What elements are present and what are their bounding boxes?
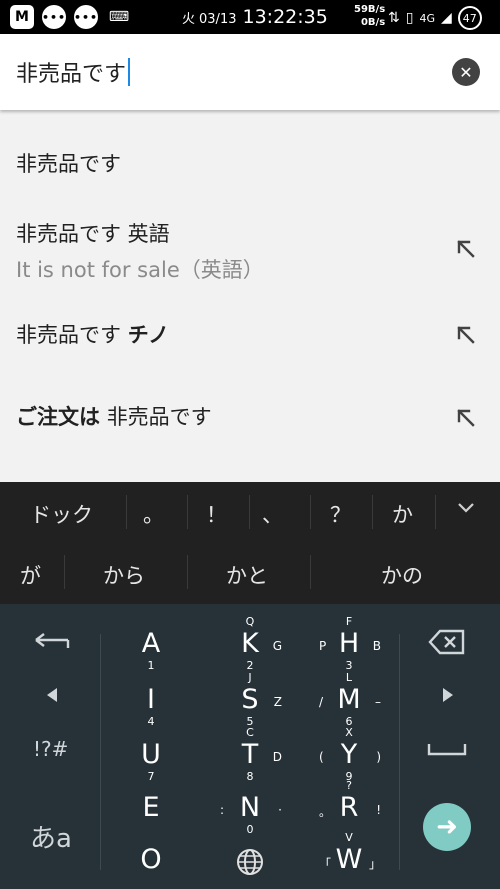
candidate-word[interactable]: ドック	[30, 499, 93, 529]
divider	[372, 495, 373, 529]
candidate-word[interactable]: かの	[381, 560, 423, 590]
candidate-row-2: が から かと かの	[0, 542, 500, 602]
divider	[435, 495, 436, 529]
backspace-icon[interactable]	[428, 628, 466, 656]
keyboard: !?# あa ➜ A 1 Q K G 2 F P H B 3 I 4 J S Z…	[0, 604, 500, 889]
suggestion-text: 非売品です	[16, 152, 121, 176]
key-o[interactable]: O	[101, 840, 201, 889]
divider	[126, 495, 127, 529]
candidate-word[interactable]: か	[392, 499, 413, 529]
signal-4g-icon: 4G	[419, 11, 435, 25]
candidate-row-1: ドック 。 ！ 、 ？ か	[0, 482, 500, 542]
suggestion-list: 非売品です 非売品です 英語 It is not for sale（英語） 非売…	[0, 110, 500, 482]
keyboard-icon: ⌨	[108, 9, 130, 25]
divider	[187, 495, 188, 529]
fill-query-arrow-icon[interactable]	[455, 407, 477, 429]
net-down: 0B/s	[360, 17, 386, 28]
battery-icon: 47	[457, 6, 482, 30]
key-u[interactable]: U 7	[101, 735, 201, 785]
notification-icons: M ••• ••• ⌨	[10, 5, 132, 29]
candidate-word[interactable]: かと	[226, 560, 268, 590]
vibrate-icon: ▯	[405, 10, 414, 26]
key-w[interactable]: V 「 W 」	[299, 831, 399, 889]
key-m[interactable]: L / M – 6	[299, 671, 399, 730]
key-k[interactable]: Q K G 2	[200, 615, 300, 674]
text-caret	[128, 58, 131, 86]
suggestion-item[interactable]: ご注文は 非売品です	[16, 401, 212, 431]
clock: 火 03/13 13:22:35	[182, 6, 328, 28]
suggestion-text: 非売品です	[16, 222, 121, 246]
divider	[310, 495, 311, 529]
day-of-week: 火	[182, 12, 196, 27]
suggestion-item[interactable]: 非売品です 英語 It is not for sale（英語）	[16, 218, 264, 284]
key-a[interactable]: A 1	[101, 624, 201, 674]
symbol-key[interactable]: !?#	[33, 737, 68, 761]
candidate-word[interactable]: ？	[330, 499, 351, 529]
fill-query-arrow-icon[interactable]	[455, 238, 477, 260]
search-bar: 非売品です ✕	[0, 34, 500, 110]
divider	[310, 555, 311, 589]
gmail-icon: M	[10, 5, 34, 29]
suggestion-bold-suffix: チノ	[127, 323, 170, 347]
signal-strength-icon: ◢	[440, 10, 452, 26]
search-query: 非売品です	[16, 62, 127, 87]
suggestion-item[interactable]: 非売品です チノ	[16, 319, 169, 349]
date: 03/13	[199, 12, 237, 27]
key-h[interactable]: F P H B 3	[299, 615, 399, 674]
suggestion-bold-prefix: ご注文は	[16, 405, 100, 429]
status-bar: M ••• ••• ⌨ 火 03/13 13:22:35 59B/s 0B/s …	[0, 0, 500, 34]
search-input[interactable]: 非売品です	[16, 56, 131, 88]
chevron-down-icon[interactable]	[456, 498, 476, 518]
key-n[interactable]: : N · 0	[200, 788, 300, 838]
status-icons-right: ⇅ ▯ 4G ◢ 47	[388, 6, 482, 30]
chat-bubble-icon: •••	[42, 5, 66, 29]
suggestion-item[interactable]: 非売品です	[16, 148, 121, 178]
candidate-word[interactable]: 、	[262, 499, 283, 529]
undo-arrow-icon[interactable]	[32, 630, 72, 652]
divider	[64, 555, 65, 589]
suggestion-suffix: 英語	[121, 222, 170, 246]
candidate-word[interactable]: が	[20, 560, 41, 590]
data-transfer-icon: ⇅	[388, 10, 400, 26]
cursor-right-icon[interactable]	[440, 686, 456, 704]
key-i[interactable]: I 4	[101, 680, 201, 730]
cursor-left-icon[interactable]	[44, 686, 60, 704]
fill-query-arrow-icon[interactable]	[455, 324, 477, 346]
divider	[249, 495, 250, 529]
key-t[interactable]: C T D 8	[200, 726, 300, 785]
divider	[187, 555, 188, 589]
candidate-word[interactable]: から	[103, 560, 145, 590]
globe-icon[interactable]	[236, 848, 264, 876]
input-mode-key[interactable]: あa	[30, 818, 72, 855]
candidate-bar: ドック 。 ！ 、 ？ か が から かと かの	[0, 482, 500, 604]
candidate-word[interactable]: 。	[143, 499, 164, 529]
key-s[interactable]: J S Z 5	[200, 671, 300, 730]
suggestion-text: 非売品です	[16, 323, 121, 347]
divider	[399, 634, 400, 870]
clear-icon[interactable]: ✕	[452, 58, 480, 86]
suggestion-subtext: It is not for sale（英語）	[16, 258, 264, 282]
network-speed: 59B/s 0B/s	[354, 3, 385, 29]
enter-arrow-icon[interactable]: ➜	[423, 803, 471, 851]
chat-bubble-icon: •••	[74, 5, 98, 29]
space-icon[interactable]	[426, 740, 468, 758]
key-y[interactable]: X ( Y ) 9	[299, 726, 399, 785]
net-up: 59B/s	[354, 4, 386, 15]
key-e[interactable]: E	[101, 788, 201, 838]
suggestion-text: 非売品です	[106, 405, 212, 429]
candidate-word[interactable]: ！	[206, 499, 227, 529]
time: 13:22:35	[242, 6, 328, 28]
